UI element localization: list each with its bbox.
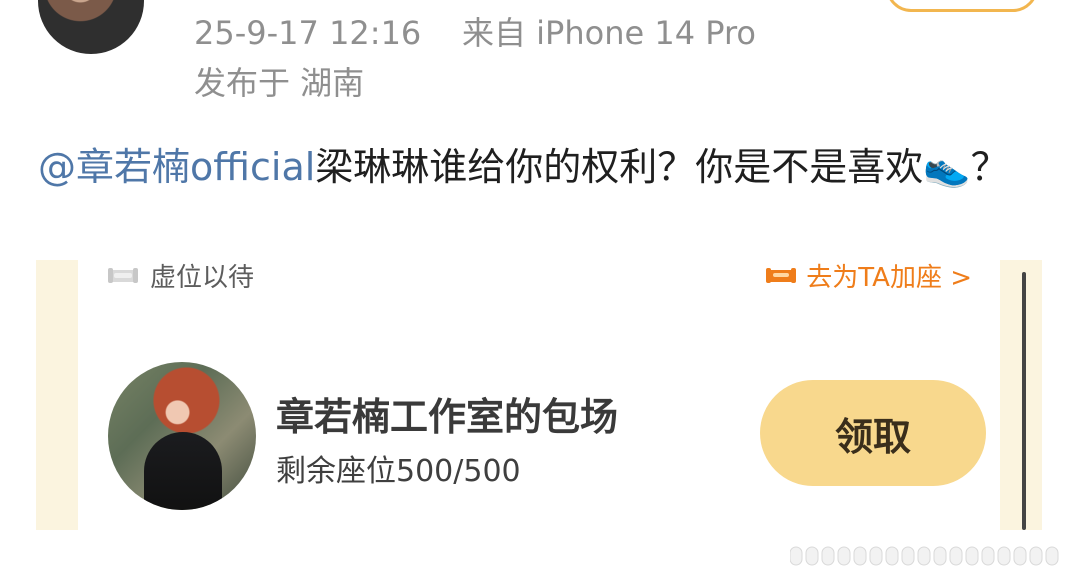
seat-waiting-text: 虚位以待 xyxy=(150,262,255,293)
sofa-icon xyxy=(766,268,797,283)
post-location: 发布于 湖南 xyxy=(194,64,365,102)
follow-button[interactable] xyxy=(886,0,1038,12)
seat-ticket-card: 虚位以待 去为TA加座 > 章若楠工作室的包场 剩余座位500/500 领取 xyxy=(36,260,1042,530)
post-source: 来自 iPhone 14 Pro xyxy=(461,14,756,52)
card-scrollbar[interactable] xyxy=(1022,272,1026,530)
add-seat-link[interactable]: 去为TA加座 > xyxy=(764,260,972,293)
sofa-icon xyxy=(108,268,138,283)
studio-avatar xyxy=(108,362,256,510)
remaining-seats: 剩余座位500/500 xyxy=(276,454,521,489)
post-content: @章若楠official梁琳琳谁给你的权利？你是不是喜欢👟？ xyxy=(38,140,1042,194)
card-left-edge xyxy=(36,260,78,530)
post-timestamp: 25-9-17 12:16 xyxy=(194,14,422,52)
seat-waiting-label: 虚位以待 xyxy=(106,260,254,293)
shoe-emoji-icon: 👟 xyxy=(923,145,971,189)
add-seat-text[interactable]: 去为TA加座 > xyxy=(806,260,972,294)
post-meta: 25-9-17 12:16 来自 iPhone 14 Pro xyxy=(194,17,756,49)
mention-link[interactable]: @章若楠official xyxy=(38,145,315,189)
claim-button[interactable]: 领取 xyxy=(760,380,986,486)
post-ending-punctuation: ？ xyxy=(970,145,1009,189)
watermark-strip-icon xyxy=(790,546,1059,566)
card-right-edge xyxy=(1000,260,1042,530)
post-body-text: 梁琳琳谁给你的权利？你是不是喜欢 xyxy=(315,145,924,189)
user-avatar[interactable] xyxy=(38,0,144,54)
studio-title: 章若楠工作室的包场 xyxy=(276,395,619,439)
